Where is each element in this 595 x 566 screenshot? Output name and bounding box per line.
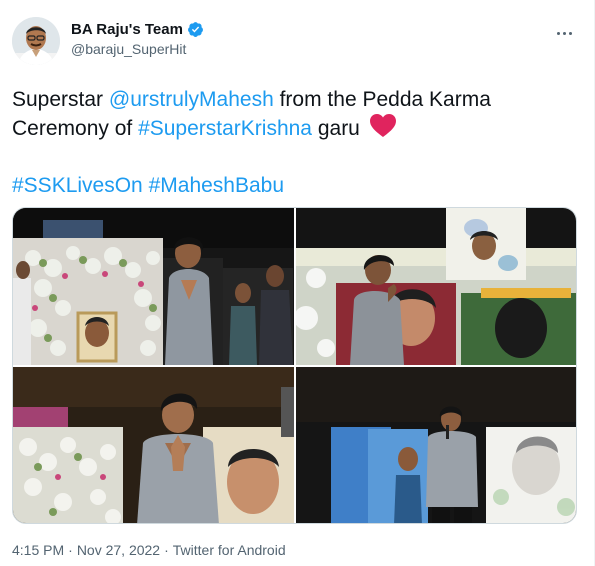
photo-stage-speech-image [296, 367, 576, 523]
author-display-name[interactable]: BA Raju's Team [71, 21, 183, 38]
dot [562, 31, 566, 35]
tweet-line-1: Superstar @urstrulyMahesh from the Pedda… [12, 85, 572, 114]
author-handle[interactable]: @baraju_SuperHit [71, 41, 204, 57]
tweet-time[interactable]: 4:15 PM [12, 542, 64, 558]
text-segment: Superstar [12, 88, 109, 111]
photo-tribute-floral-image [13, 208, 294, 365]
photo-folded-hands-image [13, 367, 294, 523]
tweet-card: BA Raju's Team @baraju_SuperHit Supersta… [0, 0, 595, 566]
photo-3[interactable] [13, 367, 294, 523]
tweet-text: Superstar @urstrulyMahesh from the Pedda… [12, 85, 572, 200]
avatar-image [12, 17, 60, 65]
photo-4[interactable] [296, 367, 576, 523]
tweet-line-3: #SSKLivesOn #MaheshBabu [12, 171, 572, 200]
author-name-row: BA Raju's Team [71, 21, 204, 38]
verified-badge-icon [187, 22, 203, 37]
tweet-date[interactable]: Nov 27, 2022 [77, 542, 160, 558]
separator: · [164, 542, 169, 558]
heart-icon [369, 114, 396, 137]
tweet-metadata: 4:15 PM · Nov 27, 2022 · Twitter for And… [12, 542, 286, 558]
hashtag-link[interactable]: #MaheshBabu [149, 174, 284, 197]
media-grid [12, 207, 577, 524]
text-segment: from the Pedda Karma [273, 88, 491, 111]
dot [556, 31, 560, 35]
photo-1[interactable] [13, 208, 294, 365]
tweet-line-2: Ceremony of #SuperstarKrishna garu [12, 114, 572, 143]
tweet-source[interactable]: Twitter for Android [173, 542, 286, 558]
hashtag-link[interactable]: #SSKLivesOn [12, 174, 143, 197]
photo-portrait-wall-image [296, 208, 576, 365]
avatar[interactable] [12, 17, 60, 65]
text-segment: Ceremony of [12, 117, 139, 140]
text-segment: garu [312, 117, 366, 140]
tweet-author: BA Raju's Team @baraju_SuperHit [71, 21, 204, 57]
hashtag-link[interactable]: #SuperstarKrishna [138, 117, 312, 140]
photo-2[interactable] [296, 208, 576, 365]
separator: · [68, 542, 73, 558]
mention-link[interactable]: @urstrulyMahesh [109, 88, 274, 111]
dot [568, 31, 572, 35]
more-options-icon[interactable] [553, 22, 575, 44]
